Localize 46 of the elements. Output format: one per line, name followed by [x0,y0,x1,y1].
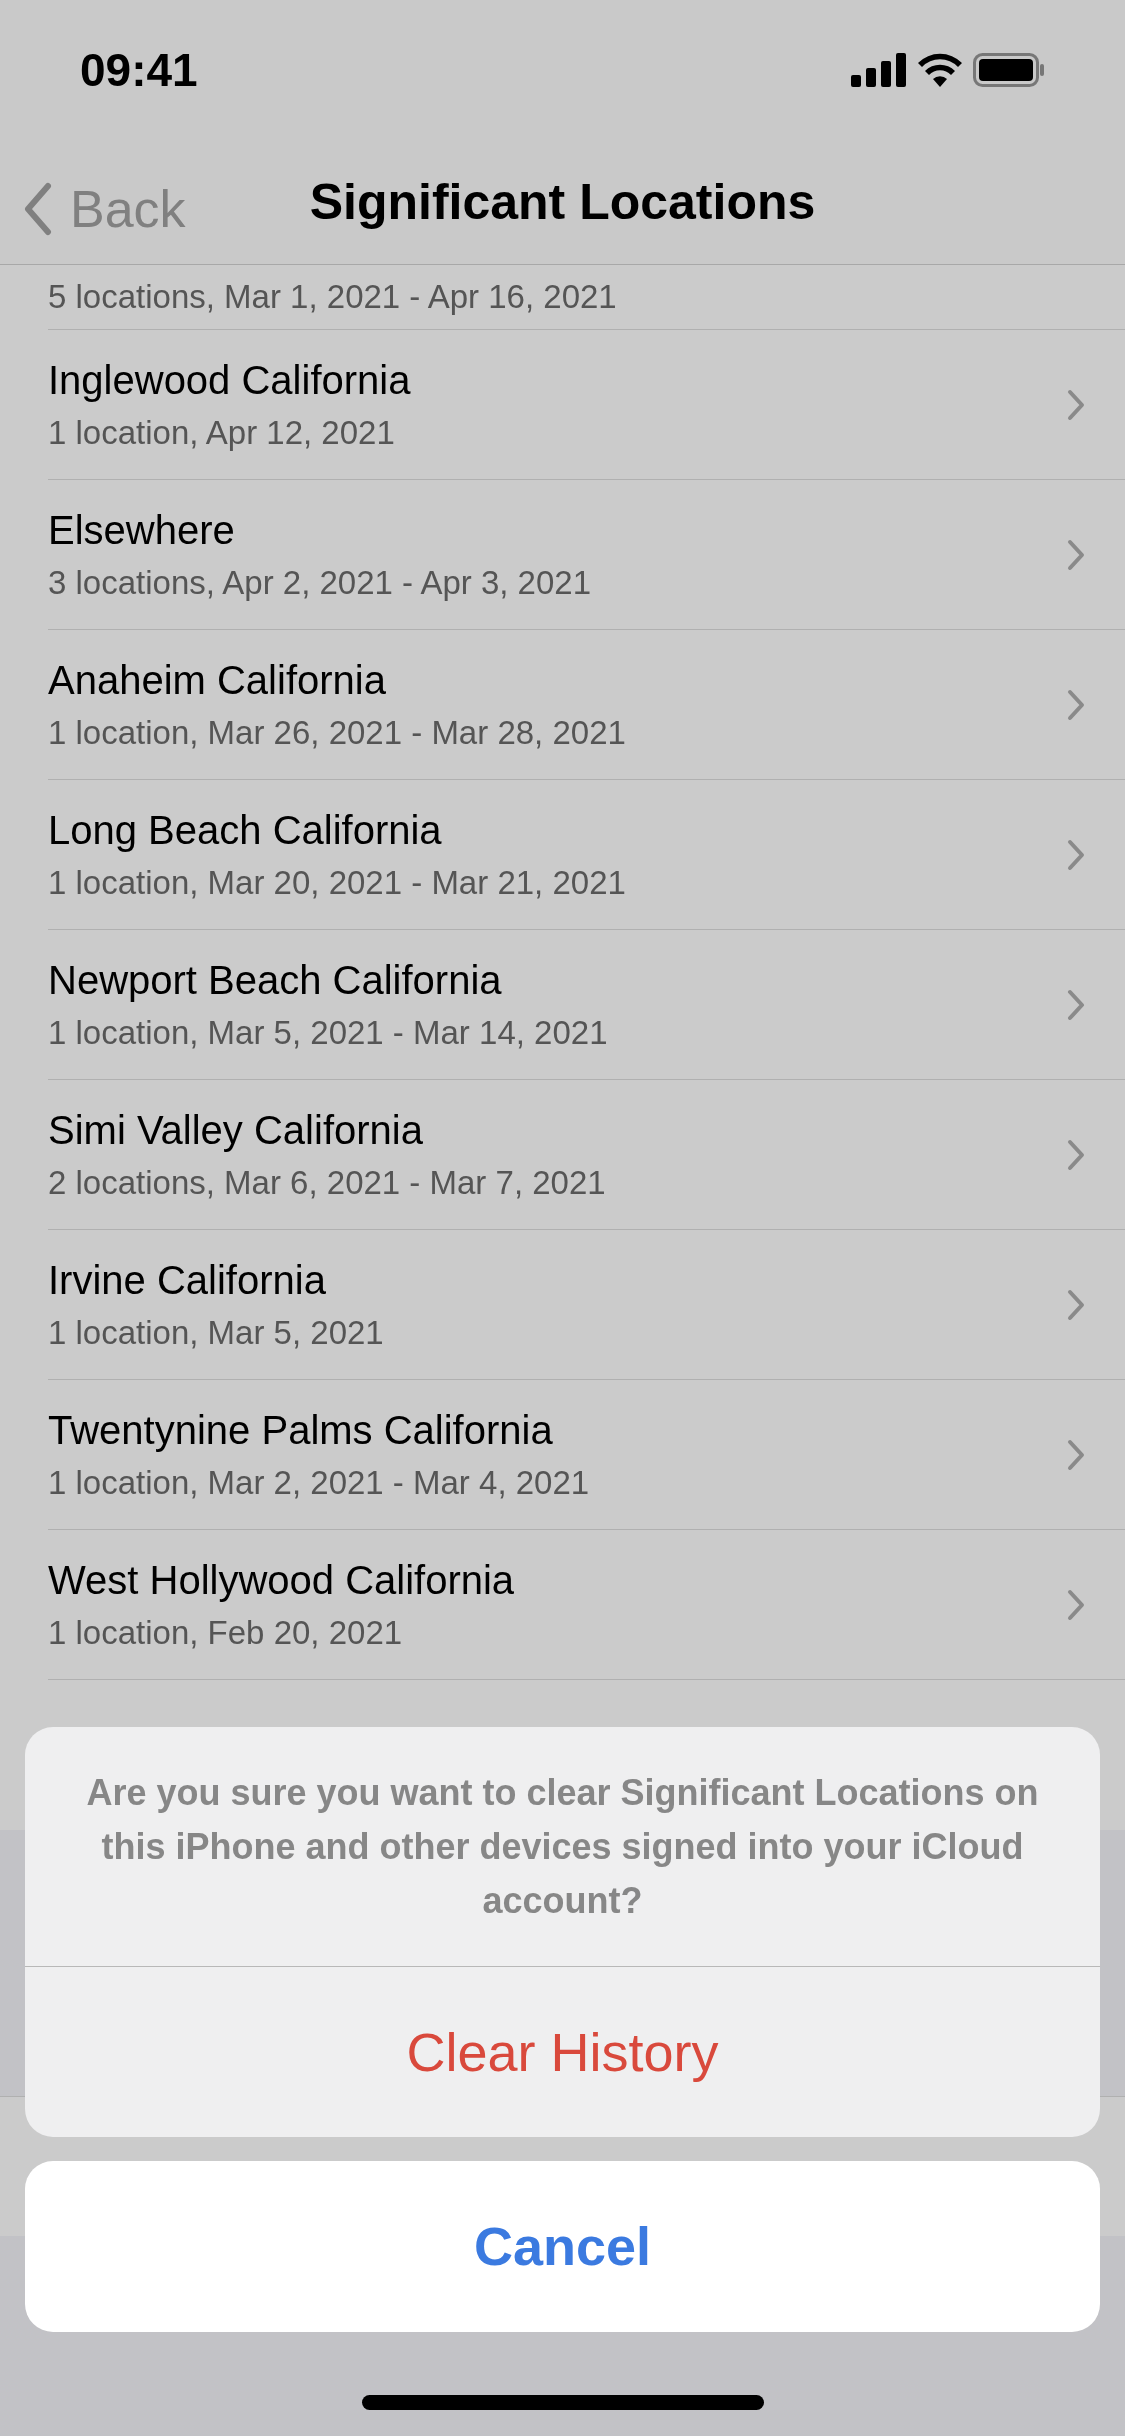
chevron-right-icon [1067,988,1085,1021]
location-detail: 1 location, Mar 5, 2021 - Mar 14, 2021 [48,1012,608,1053]
battery-icon [973,53,1045,87]
location-detail: 1 location, Mar 5, 2021 [48,1312,384,1353]
clear-history-button[interactable]: Clear History [25,1967,1100,2137]
chevron-right-icon [1067,1288,1085,1321]
chevron-right-icon [1067,1438,1085,1471]
chevron-right-icon [1067,688,1085,721]
location-detail: 1 location, Mar 20, 2021 - Mar 21, 2021 [48,862,626,903]
location-row[interactable]: Anaheim California 1 location, Mar 26, 2021 - Mar 28, 2021 [48,630,1125,780]
location-row[interactable]: Newport Beach California 1 location, Mar 5, 2021 - Mar 14, 2021 [48,930,1125,1080]
location-detail: 1 location, Apr 12, 2021 [48,412,396,453]
location-name: Newport Beach California [48,956,503,1003]
location-row[interactable]: Simi Valley California 2 locations, Mar 6, 2021 - Mar 7, 2021 [48,1080,1125,1230]
location-detail: 1 location, Feb 20, 2021 [48,1612,404,1653]
wifi-icon [917,53,963,87]
location-row[interactable]: Inglewood California 1 location, Apr 12, 2021 [48,330,1125,480]
location-row[interactable]: Irvine California 1 location, Mar 5, 2021 [48,1230,1125,1380]
location-detail: 1 location, Mar 26, 2021 - Mar 28, 2021 [48,712,626,753]
location-row[interactable]: Twentynine Palms California 1 location, Mar 2, 2021 - Mar 4, 2021 [48,1380,1125,1530]
location-name: Twentynine Palms California [48,1406,554,1453]
location-name: Elsewhere [48,506,236,553]
chevron-right-icon [1067,388,1085,421]
location-detail: 5 locations, Mar 1, 2021 - Apr 16, 2021 [48,277,617,317]
location-name: Inglewood California [48,356,411,403]
chevron-left-icon [22,182,52,236]
signal-icon [851,53,907,87]
location-detail: 3 locations, Apr 2, 2021 - Apr 3, 2021 [48,562,592,603]
alert-message: Are you sure you want to clear Significant Locations on this iPhone and other devices signed into your iCloud account? [25,1727,1100,1967]
status-time: 09:41 [80,42,198,98]
location-name: West Hollywood California [48,1556,515,1603]
chevron-right-icon [1067,538,1085,571]
chevron-right-icon [1067,1138,1085,1171]
chevron-right-icon [1067,1588,1085,1621]
location-name: Anaheim California [48,656,387,703]
location-row[interactable]: 5 locations, Mar 1, 2021 - Apr 16, 2021 [48,265,1125,330]
screen-title: Significant Locations [309,173,816,232]
location-name: Simi Valley California [48,1106,424,1153]
location-detail: 1 location, Mar 2, 2021 - Mar 4, 2021 [48,1462,590,1503]
chevron-right-icon [1067,838,1085,871]
location-name: Long Beach California [48,806,443,853]
location-name: Irvine California [48,1256,327,1303]
cancel-button[interactable]: Cancel [25,2161,1100,2332]
location-row[interactable]: Long Beach California 1 location, Mar 20, 2021 - Mar 21, 2021 [48,780,1125,930]
location-row[interactable]: Elsewhere 3 locations, Apr 2, 2021 - Apr 3, 2021 [48,480,1125,630]
location-detail: 2 locations, Mar 6, 2021 - Mar 7, 2021 [48,1162,606,1203]
